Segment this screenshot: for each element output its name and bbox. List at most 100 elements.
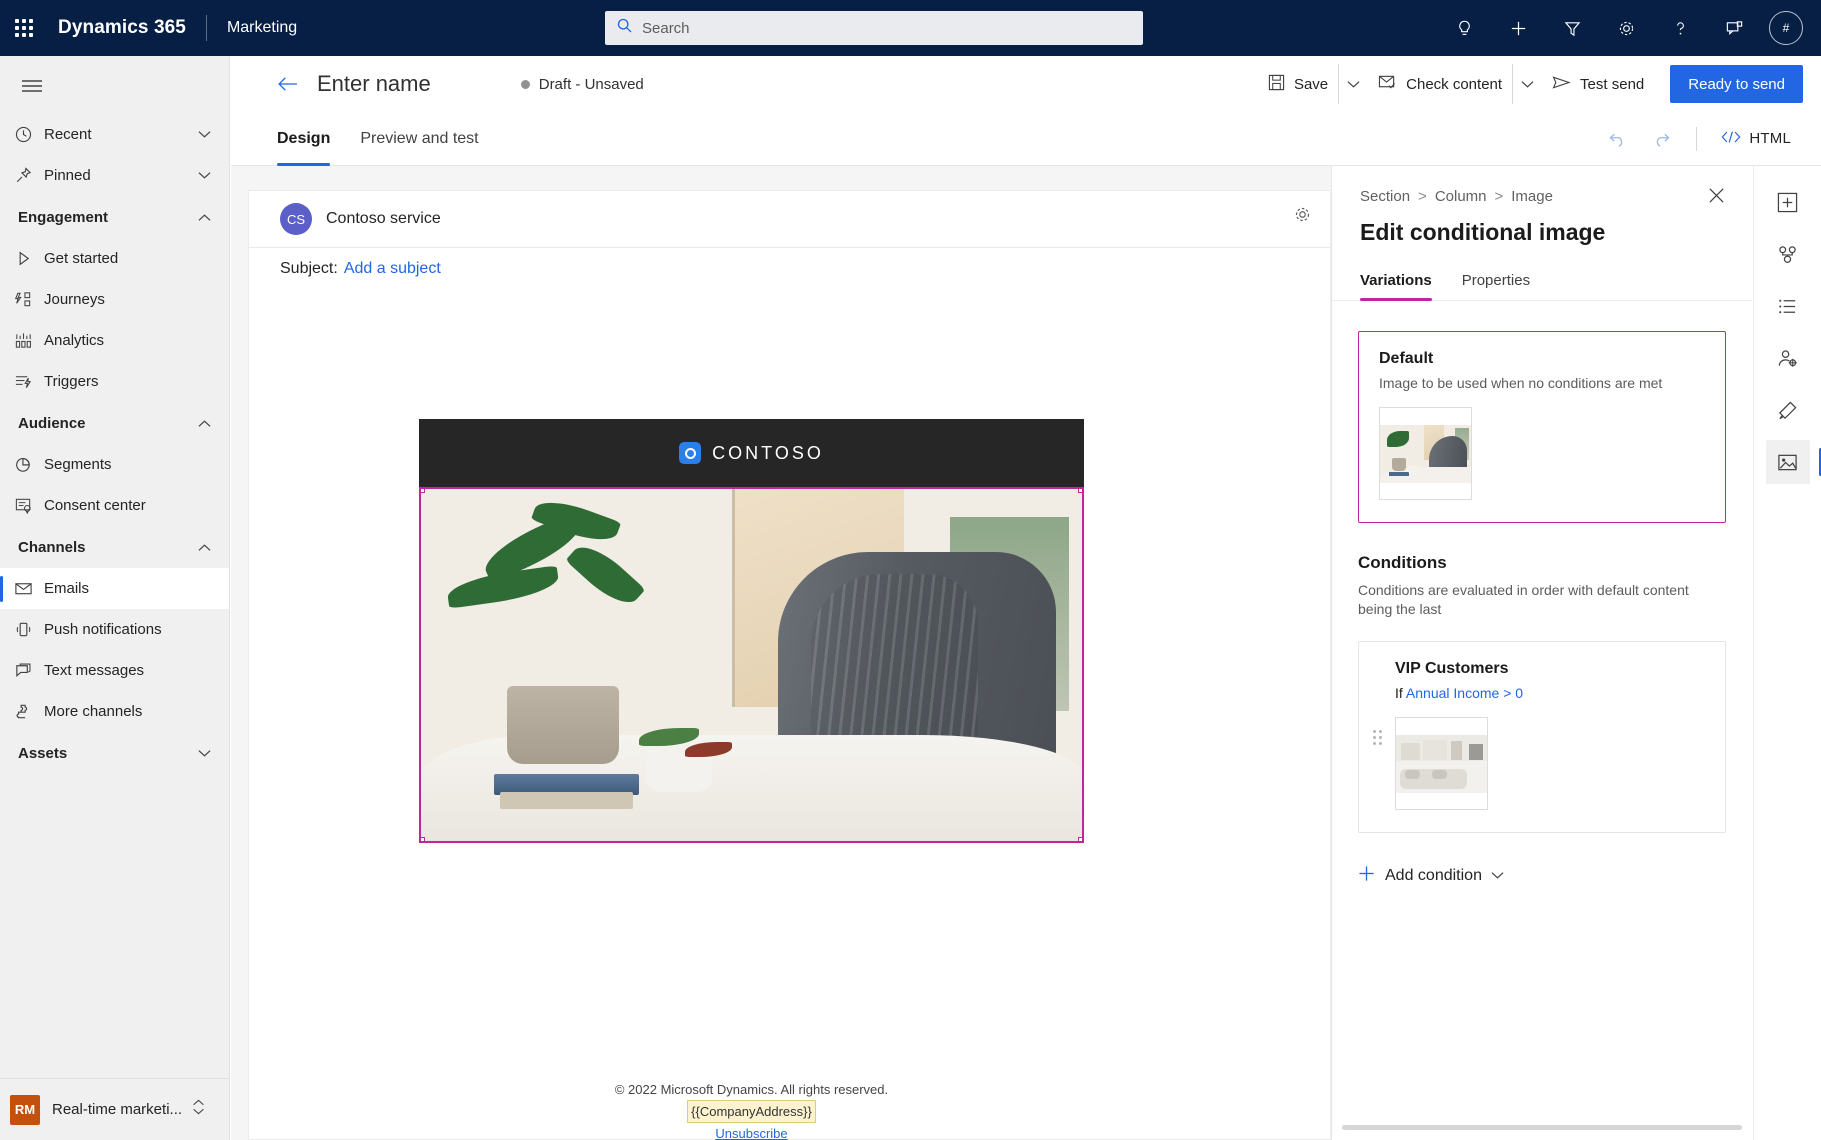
breadcrumb-image[interactable]: Image [1511, 188, 1553, 205]
sidebar-item-push-notifications[interactable]: Push notifications [0, 609, 229, 650]
sidebar-group-assets[interactable]: Assets [0, 732, 229, 774]
sidebar-item-triggers[interactable]: Triggers [0, 361, 229, 402]
chevron-up-icon[interactable] [198, 209, 211, 226]
chevron-updown-icon[interactable] [192, 1099, 205, 1120]
status-dot-icon [520, 79, 530, 89]
lightbulb-icon[interactable] [1437, 0, 1491, 56]
condition-item[interactable]: VIP Customers If Annual Income > 0 [1358, 641, 1726, 833]
image-block[interactable]: CONTOSO © 2022 Microsoft Dynamics. All r… [419, 419, 1084, 1140]
undo-button[interactable] [1598, 120, 1636, 158]
delete-icon[interactable] [1024, 487, 1058, 489]
brand-icon[interactable] [1766, 388, 1810, 432]
sidebar-item-consent-center[interactable]: Consent center [0, 485, 229, 526]
save-button[interactable]: Save [1258, 64, 1338, 104]
tab-properties[interactable]: Properties [1462, 272, 1530, 300]
check-content-button[interactable]: Check content [1368, 64, 1512, 104]
panel-tabs: Variations Properties [1332, 272, 1752, 301]
sidebar-item-emails[interactable]: Emails [0, 568, 229, 609]
add-subject-link[interactable]: Add a subject [344, 260, 441, 278]
close-icon[interactable] [1707, 186, 1726, 210]
analytics-icon [14, 331, 44, 350]
sidebar-item-text-messages[interactable]: Text messages [0, 650, 229, 691]
condition-thumbnail[interactable] [1395, 717, 1488, 810]
app-launcher-icon[interactable] [0, 0, 48, 56]
sidebar-item-recent[interactable]: Recent [0, 114, 229, 155]
chevron-up-icon[interactable] [198, 415, 211, 432]
chevron-down-icon[interactable] [1491, 867, 1504, 885]
sidebar-item-more-channels[interactable]: More channels [0, 691, 229, 732]
company-address-token[interactable]: {{CompanyAddress}} [687, 1100, 816, 1123]
sidebar-item-analytics[interactable]: Analytics [0, 320, 229, 361]
selected-image[interactable]: Image [419, 487, 1084, 843]
search-input[interactable]: Search [605, 11, 1143, 45]
list-icon[interactable] [1766, 284, 1810, 328]
user-avatar[interactable]: # [1769, 11, 1803, 45]
resize-handle-bottom-left[interactable] [421, 837, 425, 841]
sidebar-group-channels[interactable]: Channels [0, 526, 229, 568]
app-area-switcher[interactable]: RM Real-time marketi... [0, 1078, 230, 1140]
duplicate-icon[interactable] [914, 487, 948, 489]
chevron-down-icon[interactable] [198, 130, 211, 139]
email-settings-gear-icon[interactable] [1293, 205, 1312, 229]
condition-operator[interactable]: > [1503, 685, 1511, 701]
block-type-tag[interactable]: Image [419, 487, 513, 489]
question-icon[interactable] [1653, 0, 1707, 56]
panel-scrollbar[interactable] [1342, 1125, 1742, 1130]
filter-icon[interactable] [1545, 0, 1599, 56]
html-view-button[interactable]: HTML [1713, 120, 1799, 158]
save-dropdown-button[interactable] [1338, 64, 1368, 104]
sidebar-item-get-started[interactable]: Get started [0, 238, 229, 279]
chevron-up-icon[interactable] [198, 539, 211, 556]
personalize-icon[interactable] [1766, 336, 1810, 380]
check-content-dropdown-button[interactable] [1512, 64, 1542, 104]
app-area-label: Real-time marketi... [52, 1101, 183, 1118]
breadcrumb-section[interactable]: Section [1360, 188, 1410, 205]
page-title[interactable]: Enter name [317, 71, 431, 97]
sidebar-group-label: Channels [18, 538, 86, 556]
brand-divider [205, 15, 207, 41]
sidebar-group-engagement[interactable]: Engagement [0, 196, 229, 238]
add-condition-button[interactable]: Add condition [1358, 865, 1504, 887]
tab-design[interactable]: Design [277, 112, 331, 166]
top-action-icons: # [1437, 0, 1809, 56]
resize-handle-bottom-right[interactable] [1078, 837, 1082, 841]
layout-icon[interactable] [1766, 232, 1810, 276]
ready-to-send-button[interactable]: Ready to send [1670, 65, 1803, 103]
personalize-icon[interactable] [982, 487, 1016, 489]
sidebar-item-segments[interactable]: Segments [0, 444, 229, 485]
sidebar-toggle-icon[interactable] [8, 64, 56, 108]
chevron-down-icon[interactable] [198, 171, 211, 180]
sidebar-group-audience[interactable]: Audience [0, 402, 229, 444]
breadcrumb-column[interactable]: Column [1435, 188, 1487, 205]
plus-icon[interactable] [1491, 0, 1545, 56]
test-send-button[interactable]: Test send [1542, 64, 1654, 104]
condition-value[interactable]: 0 [1515, 685, 1523, 701]
condition-if-label: If [1395, 685, 1403, 701]
redo-button[interactable] [1642, 120, 1680, 158]
command-bar: Enter name Draft - Unsaved Save Check co… [231, 56, 1821, 112]
feedback-icon[interactable] [1707, 0, 1761, 56]
chevron-down-icon [1347, 80, 1360, 88]
unsubscribe-link[interactable]: Unsubscribe [715, 1126, 787, 1140]
image-icon[interactable] [1765, 440, 1821, 484]
tab-preview-and-test[interactable]: Preview and test [360, 112, 478, 166]
condition-field[interactable]: Annual Income [1406, 685, 1499, 701]
chevron-down-icon[interactable] [198, 745, 211, 762]
sidebar-item-label: Analytics [44, 332, 105, 349]
drag-handle-icon[interactable] [1373, 664, 1385, 810]
sidebar-item-journeys[interactable]: Journeys [0, 279, 229, 320]
resize-handle-top-left[interactable] [421, 489, 425, 493]
tab-variations[interactable]: Variations [1360, 272, 1432, 301]
sidebar-item-pinned[interactable]: Pinned [0, 155, 229, 196]
default-variation-card[interactable]: Default Image to be used when no conditi… [1358, 331, 1726, 523]
back-arrow-icon[interactable] [277, 76, 299, 92]
resize-handle-top-right[interactable] [1078, 489, 1082, 493]
sidebar-item-label: Pinned [44, 167, 91, 184]
sidebar-item-label: Consent center [44, 497, 146, 514]
sidebar-item-label: Triggers [44, 373, 99, 390]
gear-icon[interactable] [1599, 0, 1653, 56]
contoso-logo-icon [679, 442, 702, 464]
default-variation-thumbnail[interactable] [1379, 407, 1472, 500]
conditional-content-icon[interactable] [948, 487, 982, 489]
add-block-icon[interactable] [1766, 180, 1810, 224]
